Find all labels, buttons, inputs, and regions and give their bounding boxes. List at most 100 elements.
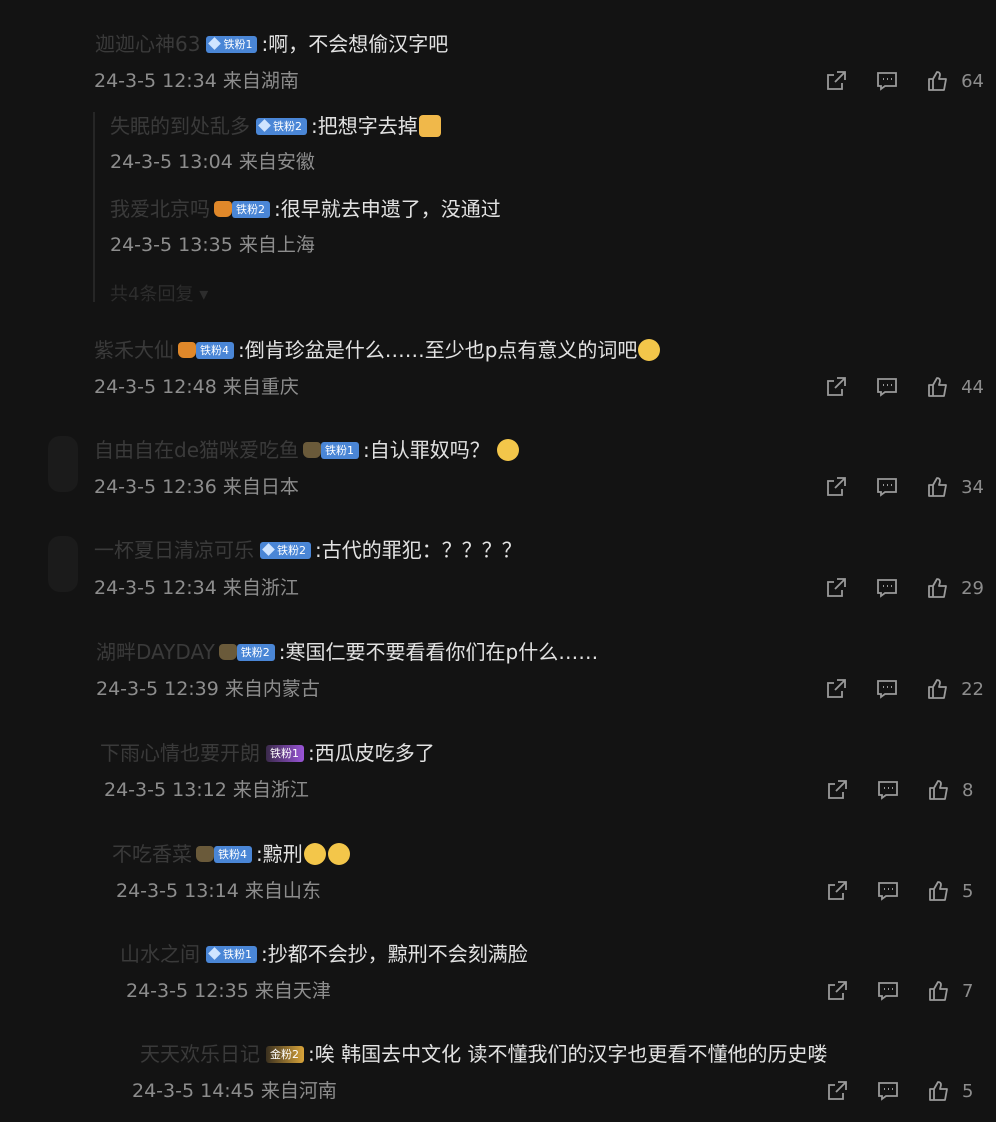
shrug-emoji-icon	[303, 843, 326, 865]
avatar[interactable]	[48, 536, 78, 592]
diamond-icon	[208, 946, 221, 960]
comment-text: :啊，不会想偷汉字吧	[261, 32, 449, 56]
reply-line: 失眠的到处乱多 铁粉2:把想字去掉	[110, 112, 442, 140]
comment-button[interactable]	[874, 68, 900, 94]
thumbs-up-icon	[928, 477, 947, 497]
share-button[interactable]	[823, 676, 849, 702]
fan-badge: 铁粉1	[206, 945, 257, 963]
thumbs-up-icon	[928, 679, 947, 699]
comment-username[interactable]: 自由自在de猫咪爱吃鱼	[94, 438, 299, 462]
thumbs-up-icon	[928, 377, 947, 397]
comment-button[interactable]	[874, 676, 900, 702]
diamond-icon	[262, 542, 275, 556]
like-button[interactable]	[926, 777, 952, 803]
comment-button[interactable]	[874, 374, 900, 400]
comment-icon	[877, 680, 897, 699]
fan-badge: 铁粉2	[236, 643, 275, 661]
reply-username[interactable]: 我爱北京吗	[110, 197, 210, 221]
comment-button[interactable]	[875, 978, 901, 1004]
comment-icon	[877, 72, 897, 91]
like-button[interactable]	[925, 374, 951, 400]
fan-badge: 铁粉1	[321, 441, 359, 459]
diamond-icon	[208, 36, 222, 50]
thumbs-up-icon	[929, 881, 948, 901]
comment-text: :自认罪奴吗？	[363, 438, 490, 462]
comment-line: 不吃香菜 铁粉4:黥刑	[112, 840, 351, 868]
reply-username[interactable]: 失眠的到处乱多	[110, 114, 250, 138]
thumbs-up-icon	[928, 71, 947, 91]
reply-text: :把想字去掉	[311, 114, 418, 138]
shrug-emoji-icon	[327, 843, 350, 865]
comment-icon	[878, 882, 898, 901]
fan-badge-label: 金粉2	[270, 1047, 299, 1061]
share-button[interactable]	[823, 474, 849, 500]
crown-icon	[303, 442, 321, 458]
comment-actions: 44	[798, 374, 984, 400]
comment-button[interactable]	[875, 878, 901, 904]
share-icon	[827, 679, 846, 698]
share-icon	[827, 578, 846, 597]
share-icon	[828, 881, 847, 900]
comment-button[interactable]	[874, 575, 900, 601]
fan-badge: 铁粉2	[256, 117, 307, 135]
comment-username[interactable]: 湖畔DAYDAY	[96, 640, 215, 664]
thread-line	[93, 112, 95, 302]
like-button[interactable]	[926, 878, 952, 904]
comment-icon	[878, 1082, 898, 1101]
comment-username[interactable]: 一杯夏日清凉可乐	[94, 538, 254, 562]
comment-icon	[877, 579, 897, 598]
comment-meta: 24-3-5 12:48 来自重庆	[94, 376, 299, 398]
pray-emoji-icon	[418, 115, 441, 137]
reply-line: 我爱北京吗 铁粉2:很早就去申遗了，没通过	[110, 195, 501, 223]
like-button[interactable]	[925, 68, 951, 94]
fan-badge: 铁粉1	[266, 744, 304, 762]
share-button[interactable]	[824, 1078, 850, 1104]
share-button[interactable]	[824, 878, 850, 904]
like-count: 5	[962, 880, 974, 902]
comment-username[interactable]: 紫禾大仙	[94, 338, 174, 362]
share-button[interactable]	[823, 374, 849, 400]
share-button[interactable]	[824, 978, 850, 1004]
more-replies-link[interactable]: 共4条回复 ▾	[110, 280, 208, 306]
like-button[interactable]	[926, 1078, 952, 1104]
fan-badge-label: 铁粉1	[270, 746, 299, 760]
share-icon	[827, 477, 846, 496]
share-button[interactable]	[824, 777, 850, 803]
comment-line: 湖畔DAYDAY 铁粉2:寒国仁要不要看看你们在p什么……	[96, 638, 598, 666]
comment-button[interactable]	[874, 474, 900, 500]
comment-username[interactable]: 山水之间	[120, 942, 200, 966]
share-icon	[828, 1081, 847, 1100]
comment-actions: 22	[798, 676, 984, 702]
more-replies-label: 共4条回复	[110, 284, 194, 305]
fan-badge-label: 铁粉2	[277, 543, 306, 557]
fan-badge-label: 铁粉1	[325, 443, 354, 457]
comment-username[interactable]: 天天欢乐日记	[140, 1042, 260, 1066]
comment-line: 下雨心情也要开朗 铁粉1 :西瓜皮吃多了	[100, 739, 435, 767]
like-button[interactable]	[925, 676, 951, 702]
share-button[interactable]	[823, 575, 849, 601]
crown-icon	[218, 644, 237, 660]
share-button[interactable]	[823, 68, 849, 94]
thumbs-up-icon	[928, 578, 947, 598]
fan-badge: 铁粉4	[196, 341, 234, 359]
comment-button[interactable]	[875, 777, 901, 803]
shush-emoji-icon	[638, 339, 661, 361]
comment-line: 天天欢乐日记 金粉2:唉 韩国去中文化 读不懂我们的汉字也更看不懂他的历史喽	[140, 1040, 827, 1068]
fan-badge-label: 铁粉4	[218, 847, 247, 861]
comment-text: :寒国仁要不要看看你们在p什么……	[278, 640, 599, 664]
comment-actions: 5	[799, 878, 984, 904]
comment-username[interactable]: 迦迦心神63	[95, 32, 200, 56]
comment-meta: 24-3-5 14:45 来自河南	[132, 1080, 337, 1102]
comment-button[interactable]	[875, 1078, 901, 1104]
reply-meta: 24-3-5 13:04 来自安徽	[110, 151, 315, 173]
comment-text: :西瓜皮吃多了	[308, 741, 435, 765]
like-button[interactable]	[925, 474, 951, 500]
comment-username[interactable]: 下雨心情也要开朗	[100, 741, 260, 765]
avatar[interactable]	[48, 436, 78, 492]
like-count: 34	[961, 476, 984, 498]
like-button[interactable]	[926, 978, 952, 1004]
like-button[interactable]	[925, 575, 951, 601]
comment-text: :倒肯珍盆是什么……至少也p点有意义的词吧	[238, 338, 638, 362]
chevron-down-icon: ▾	[199, 284, 209, 305]
comment-username[interactable]: 不吃香菜	[112, 842, 192, 866]
